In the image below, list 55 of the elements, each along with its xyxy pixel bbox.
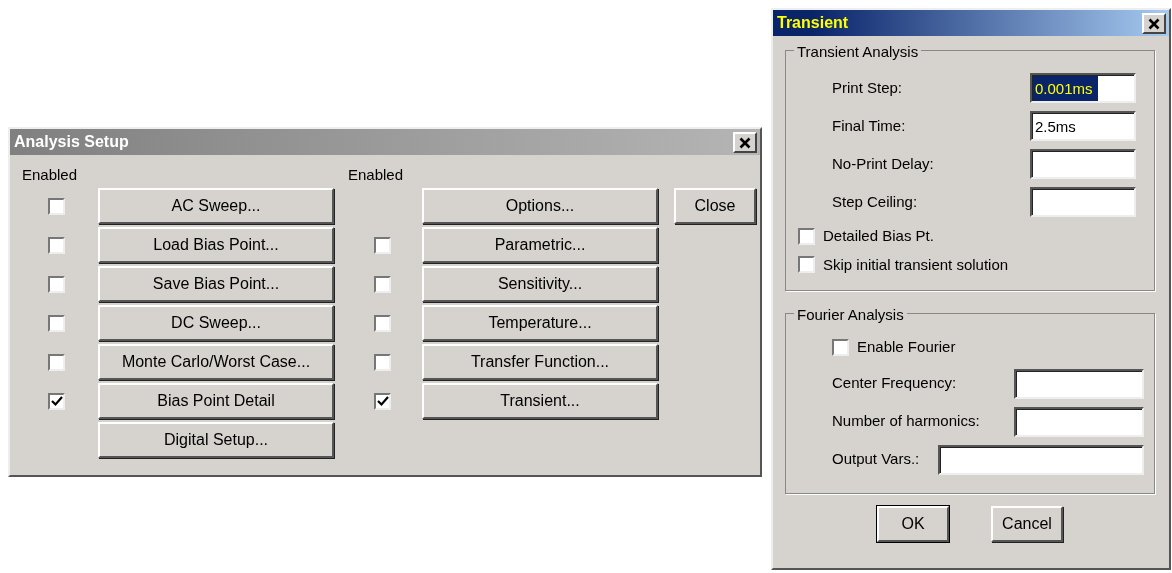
input-field[interactable] (1030, 149, 1136, 179)
close-button[interactable] (733, 131, 757, 153)
field-label: Number of harmonics: (832, 411, 980, 432)
input-field[interactable] (1014, 368, 1144, 399)
checkbox[interactable] (48, 353, 65, 371)
close-icon (1148, 18, 1160, 31)
close-button[interactable]: Close (674, 188, 756, 224)
field-label: Step Ceiling: (832, 191, 918, 212)
analysis-button[interactable]: Digital Setup... (98, 422, 334, 458)
close-icon (739, 137, 751, 150)
checkbox[interactable] (48, 236, 65, 254)
checkbox[interactable] (374, 275, 391, 293)
window-title: Analysis Setup (14, 132, 129, 152)
checkbox[interactable] (798, 227, 815, 245)
analysis-button[interactable]: DC Sweep... (98, 305, 334, 341)
column-header: Enabled (22, 165, 79, 185)
checkbox[interactable] (798, 256, 815, 274)
checkbox-label: Enable Fourier (857, 337, 956, 357)
checkbox[interactable] (374, 353, 391, 371)
field-label: No-Print Delay: (832, 153, 934, 174)
field-label: Output Vars.: (832, 449, 920, 470)
input-field[interactable] (938, 444, 1144, 475)
analysis-button[interactable]: Transfer Function... (422, 344, 658, 380)
analysis-button[interactable]: AC Sweep... (98, 188, 334, 224)
analysis-button[interactable]: Save Bias Point... (98, 266, 334, 302)
analysis-button[interactable]: Sensitivity... (422, 266, 658, 302)
analysis-button[interactable]: Load Bias Point... (98, 227, 334, 263)
input-field[interactable]: 0.001ms (1030, 73, 1136, 103)
analysis-button[interactable]: Temperature... (422, 305, 658, 341)
checkbox[interactable] (374, 314, 391, 332)
checkbox[interactable] (48, 275, 65, 293)
window-title: Transient (777, 13, 849, 33)
checkbox-label: Skip initial transient solution (823, 254, 1009, 275)
dialog-button[interactable]: OK (877, 505, 949, 542)
field-label: Center Frequency: (832, 373, 957, 394)
checkbox[interactable] (832, 338, 849, 356)
input-field[interactable] (1030, 187, 1136, 217)
field-label: Final Time: (832, 115, 906, 136)
input-field[interactable] (1014, 406, 1144, 437)
analysis-button[interactable]: Transient... (422, 383, 658, 419)
column-header: Enabled (348, 165, 405, 185)
dialog-button[interactable]: Cancel (991, 505, 1063, 542)
checkbox[interactable] (48, 197, 65, 215)
checkbox[interactable] (374, 392, 391, 410)
checkbox[interactable] (48, 314, 65, 332)
analysis-button[interactable]: Parametric... (422, 227, 658, 263)
analysis-button[interactable]: Bias Point Detail (98, 383, 334, 419)
analysis-button[interactable]: Monte Carlo/Worst Case... (98, 344, 334, 380)
analysis-button[interactable]: Options... (422, 188, 658, 224)
checkbox[interactable] (48, 392, 65, 410)
close-button[interactable] (1142, 12, 1166, 34)
checkbox-label: Detailed Bias Pt. (823, 226, 934, 246)
input-field[interactable]: 2.5ms (1030, 111, 1136, 141)
checkbox[interactable] (374, 236, 391, 254)
field-label: Print Step: (832, 77, 903, 98)
